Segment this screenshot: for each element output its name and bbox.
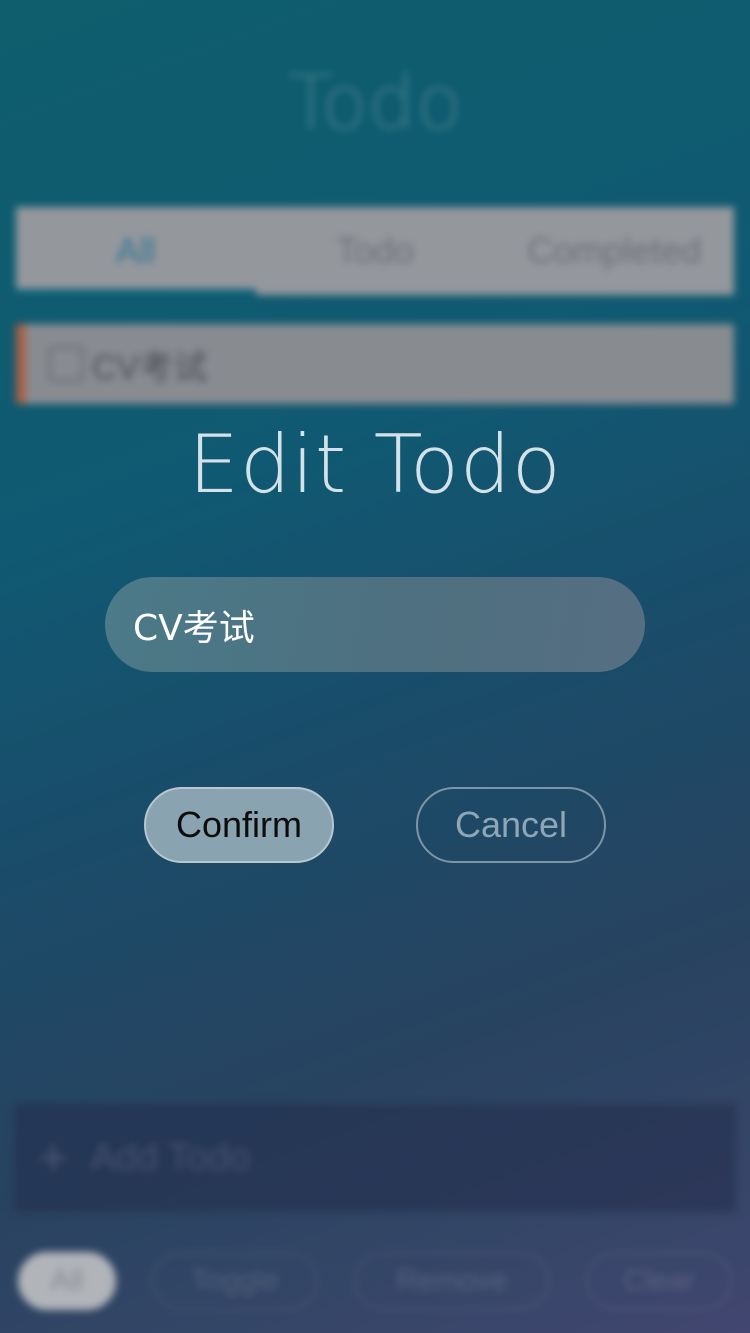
dialog-title: Edit Todo [188,418,562,511]
screen: Todo All Todo Completed CV考试 + Add Todo … [0,0,750,1333]
edit-todo-input[interactable] [105,577,645,672]
confirm-button[interactable]: Confirm [144,787,334,863]
cancel-button[interactable]: Cancel [416,787,606,863]
